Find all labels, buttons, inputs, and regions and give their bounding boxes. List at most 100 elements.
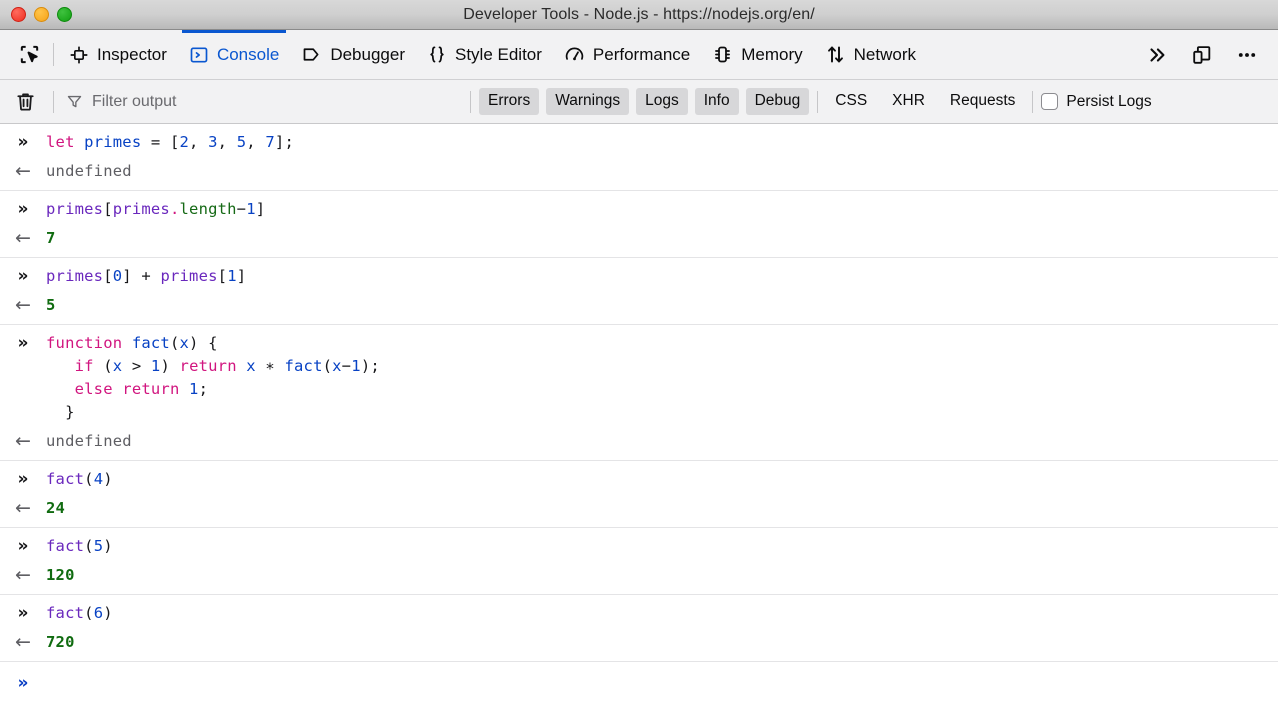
code-token: return (179, 357, 237, 375)
code-token: = [ (141, 133, 180, 151)
console-input-marker: » (17, 199, 29, 219)
code-token: 1 (189, 380, 199, 398)
filter-info-button[interactable]: Info (694, 88, 739, 115)
close-window-button[interactable] (11, 7, 26, 22)
zoom-window-button[interactable] (57, 7, 72, 22)
tab-performance[interactable]: Performance (553, 30, 701, 79)
more-options-button[interactable] (1224, 30, 1270, 79)
console-output[interactable]: » let primes = [2, 3, 5, 7]; ← undefined » pr… (0, 124, 1278, 727)
filter-input-group[interactable] (62, 92, 462, 111)
console-result-value: 24 (46, 499, 66, 517)
console-output-row[interactable]: ← undefined (0, 427, 1278, 460)
console-input-row[interactable]: » primes[primes.length−1] (0, 191, 1278, 224)
console-message-group: » primes[primes.length−1] ← 7 (0, 191, 1278, 258)
code-token: ) (103, 470, 113, 488)
arrows-updown-icon (825, 44, 846, 65)
filterbar-divider-3 (817, 90, 819, 113)
console-input-code: primes[primes.length−1] (46, 198, 265, 221)
filter-errors-button[interactable]: Errors (479, 88, 540, 115)
console-output-marker: ← (15, 294, 31, 316)
console-input-row[interactable]: » let primes = [2, 3, 5, 7]; (0, 124, 1278, 157)
code-token: 4 (93, 470, 104, 488)
code-token: , (246, 133, 266, 151)
console-output-row[interactable]: ← undefined (0, 157, 1278, 190)
minimize-window-button[interactable] (34, 7, 49, 22)
filter-logs-button[interactable]: Logs (636, 88, 688, 115)
console-output-row[interactable]: ← 24 (0, 494, 1278, 527)
console-output-row[interactable]: ← 720 (0, 628, 1278, 661)
console-input-row[interactable]: » fact(6) (0, 595, 1278, 628)
responsive-design-mode-button[interactable] (1180, 30, 1224, 79)
filter-css-button[interactable]: CSS (826, 88, 876, 115)
filter-warnings-button[interactable]: Warnings (546, 88, 630, 115)
filter-input[interactable] (92, 92, 442, 111)
code-token: ) (160, 357, 180, 375)
console-output-marker: ← (15, 497, 31, 519)
gauge-icon (564, 44, 585, 65)
console-input-marker: » (17, 333, 29, 353)
console-input-marker: » (17, 469, 29, 489)
code-token: x (246, 357, 256, 375)
console-input-code: fact(6) (46, 602, 113, 625)
tab-memory[interactable]: Memory (701, 30, 813, 79)
code-token: [ (103, 267, 113, 285)
code-token: if (74, 357, 94, 375)
console-input-marker: » (17, 603, 29, 623)
console-output-row[interactable]: ← 5 (0, 291, 1278, 324)
console-result-value: undefined (46, 162, 132, 180)
trash-icon (14, 90, 37, 113)
funnel-icon (66, 93, 83, 110)
tab-debugger[interactable]: Debugger (290, 30, 416, 79)
tab-network[interactable]: Network (814, 30, 927, 79)
code-token: x (179, 334, 190, 352)
tab-style-editor[interactable]: Style Editor (416, 30, 553, 79)
console-input-row[interactable]: » fact(5) (0, 528, 1278, 561)
code-token: let (46, 133, 75, 151)
console-message-group: » primes[0] + primes[1] ← 5 (0, 258, 1278, 325)
more-options-icon (1235, 44, 1259, 66)
console-input-row[interactable]: » function fact(x) { if (x > 1) return x … (0, 325, 1278, 427)
console-output-marker: ← (15, 564, 31, 586)
element-picker-icon (18, 43, 41, 66)
console-result-value: 7 (46, 229, 56, 247)
window-title: Developer Tools - Node.js - https://node… (463, 5, 815, 23)
code-token: ) (103, 537, 113, 555)
category-filter-group: CSS XHR Requests (826, 88, 1024, 115)
filterbar-divider-2 (470, 90, 471, 113)
console-result-value: 120 (46, 566, 75, 584)
console-output-row[interactable]: ← 7 (0, 224, 1278, 257)
code-token: x (332, 357, 342, 375)
element-picker-button[interactable] (6, 30, 51, 79)
toolbar-overflow-button[interactable] (1134, 30, 1180, 79)
console-input-code: fact(4) (46, 468, 113, 491)
console-prompt-row[interactable]: » (0, 662, 1278, 695)
code-token: primes (160, 267, 218, 285)
console-message-group: » let primes = [2, 3, 5, 7]; ← undefined (0, 124, 1278, 191)
filterbar-divider-1 (53, 90, 54, 113)
persist-logs-toggle[interactable]: Persist Logs (1041, 93, 1155, 111)
code-token: 1 (227, 267, 237, 285)
tab-console-label: Console (216, 44, 280, 64)
devtools-toolbar: Inspector Console Debugger Style Editor (0, 30, 1278, 80)
console-input-code: primes[0] + primes[1] (46, 265, 246, 288)
console-input-row[interactable]: » primes[0] + primes[1] (0, 258, 1278, 291)
traffic-lights (0, 7, 72, 22)
clear-console-button[interactable] (8, 90, 45, 113)
console-output-row[interactable]: ← 120 (0, 561, 1278, 594)
code-token: ( (93, 357, 113, 375)
filter-debug-button[interactable]: Debug (745, 88, 810, 115)
filter-requests-button[interactable]: Requests (941, 88, 1024, 115)
severity-filter-group: Errors Warnings Logs Info Debug (479, 88, 810, 115)
filter-xhr-button[interactable]: XHR (883, 88, 934, 115)
code-token: fact (284, 357, 323, 375)
code-token: 6 (93, 604, 104, 622)
tab-console[interactable]: Console (178, 30, 290, 79)
persist-logs-checkbox[interactable] (1041, 93, 1059, 110)
console-input-row[interactable]: » fact(4) (0, 461, 1278, 494)
code-token: primes (84, 133, 142, 151)
tab-inspector[interactable]: Inspector (58, 30, 178, 79)
